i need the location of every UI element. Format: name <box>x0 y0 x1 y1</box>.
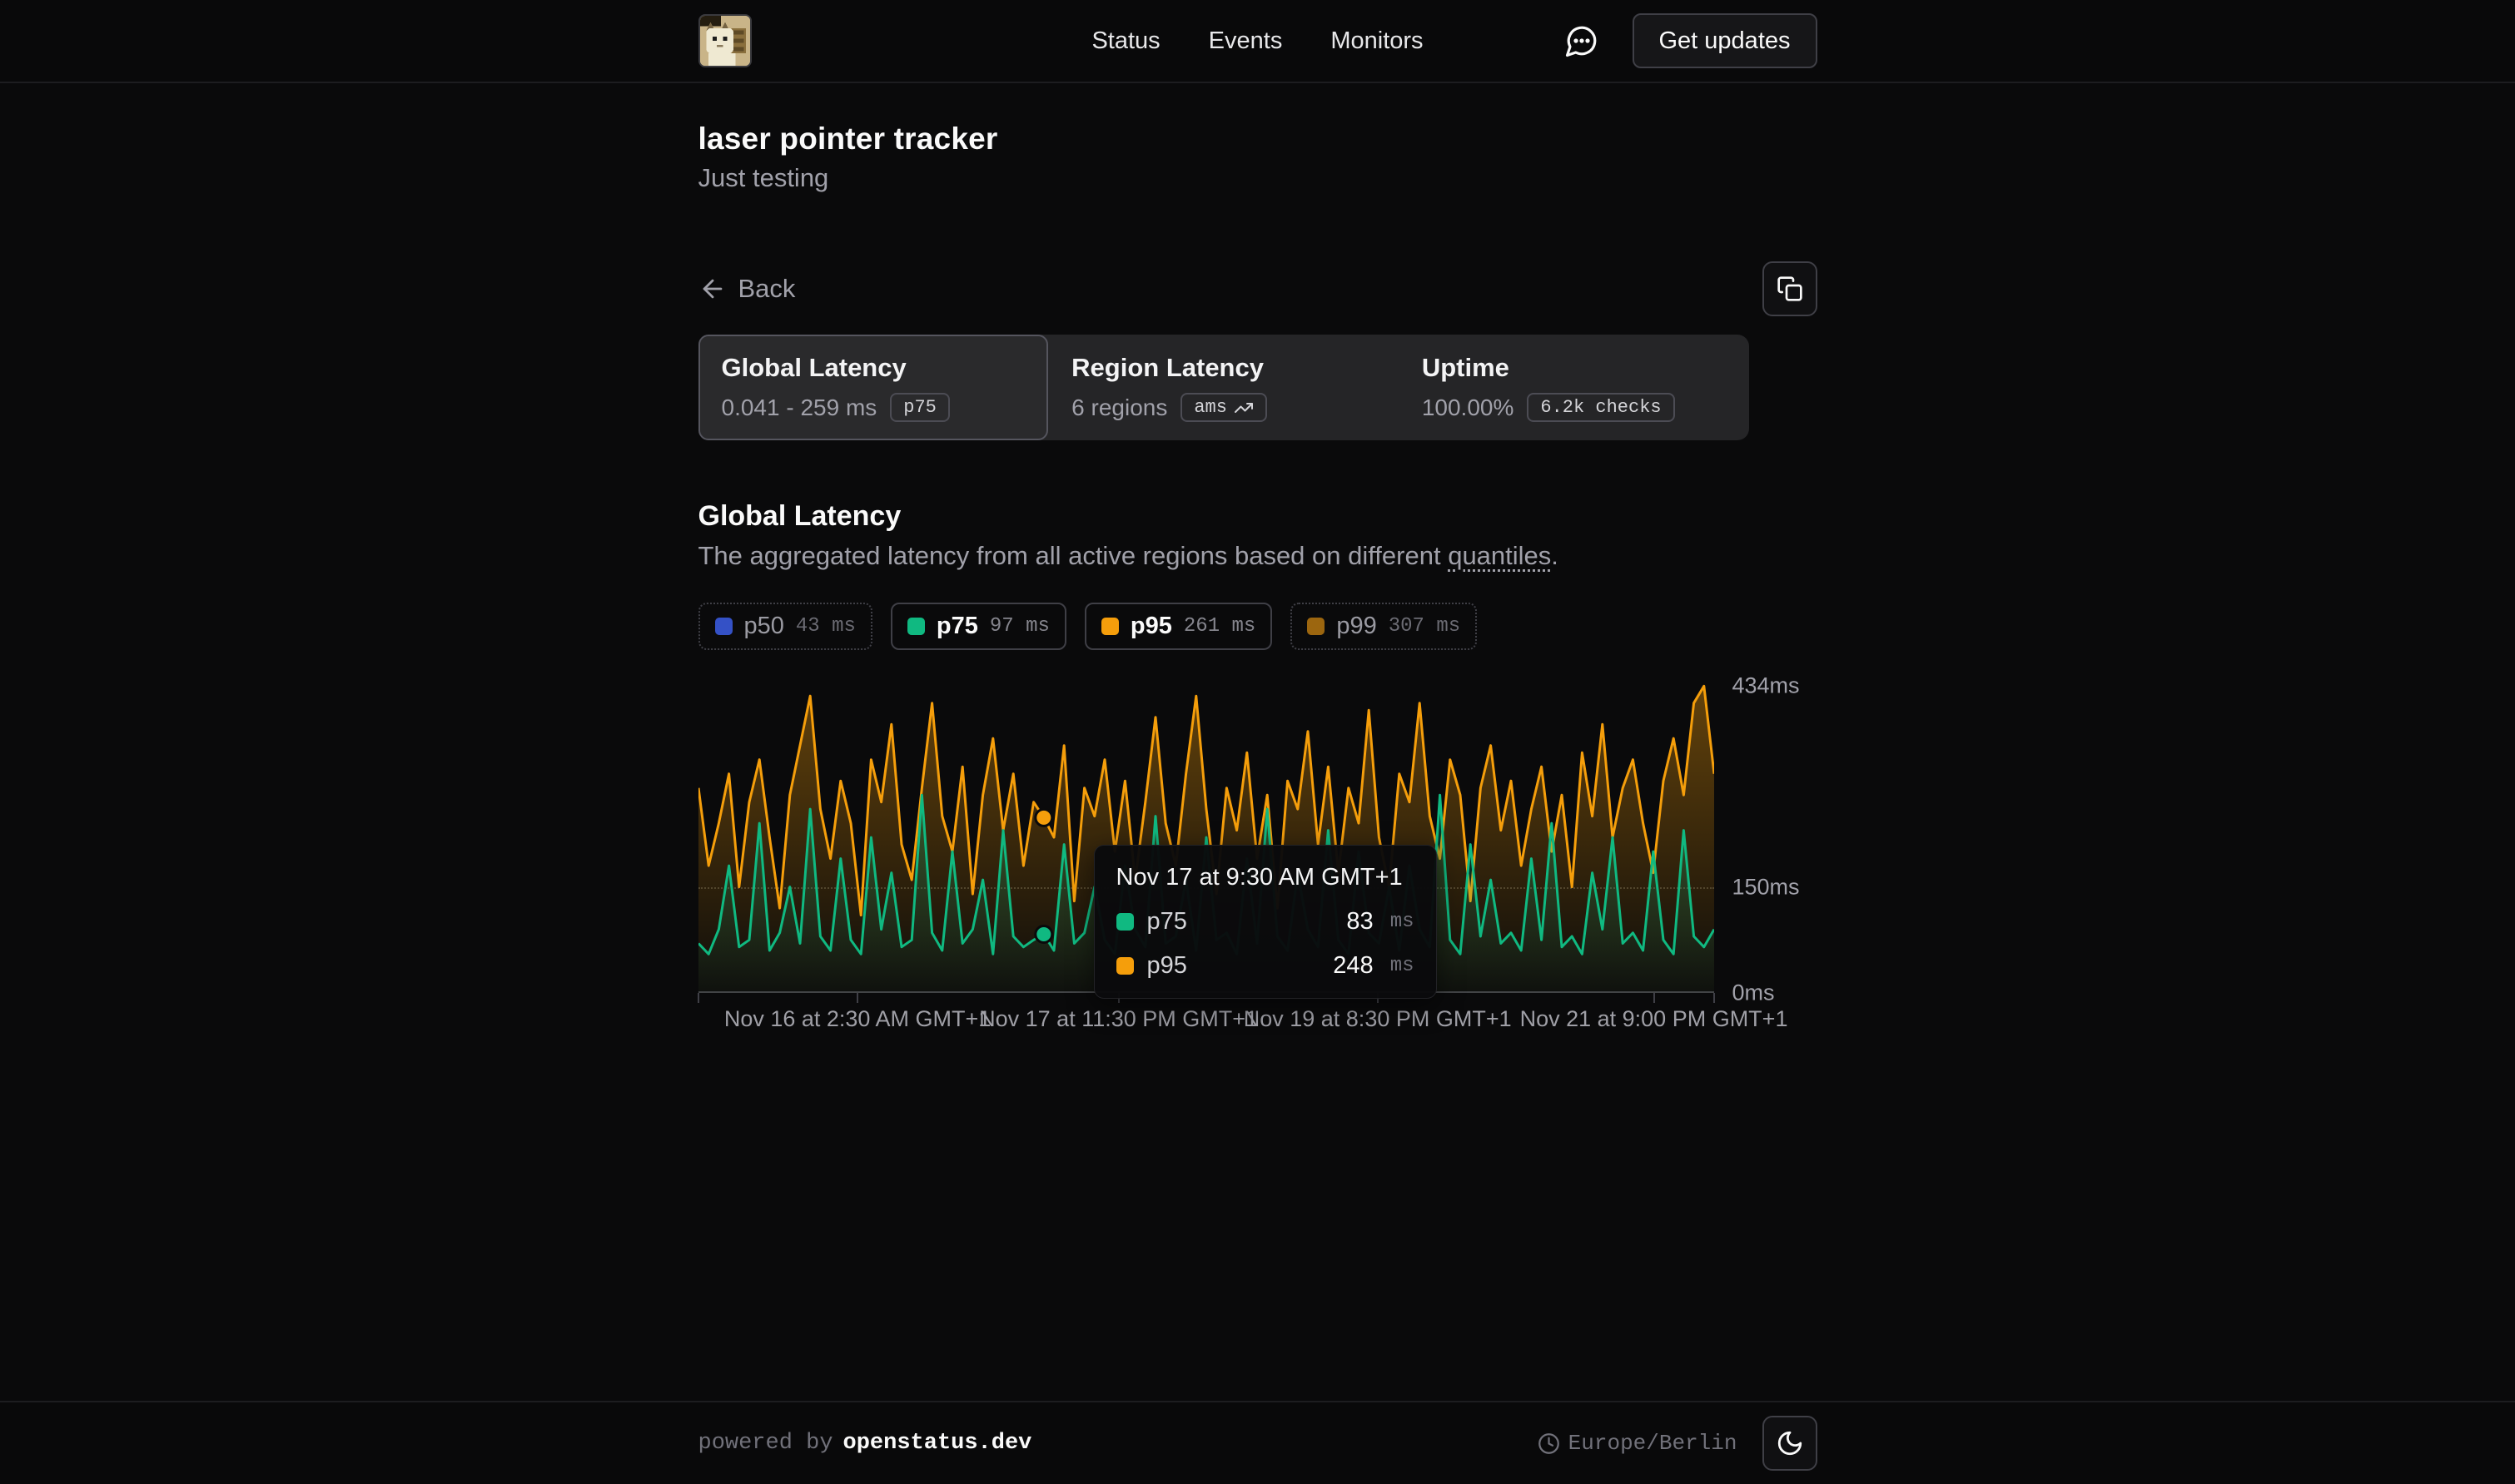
checks-badge: 6.2k checks <box>1527 393 1674 422</box>
tab-value: 100.00% <box>1422 395 1514 421</box>
legend-chip-p50[interactable]: p50 43 ms <box>698 603 872 650</box>
region-badge: ams <box>1180 393 1267 422</box>
y-axis-label: 434ms <box>1732 673 1800 699</box>
hover-dot-p75 <box>1035 926 1051 942</box>
legend-label: p50 <box>744 613 784 640</box>
legend-value: 261 ms <box>1184 615 1255 638</box>
x-axis-tick <box>1653 993 1655 1003</box>
x-axis-tick <box>1118 993 1120 1003</box>
legend-chip-p95[interactable]: p95 261 ms <box>1085 603 1272 650</box>
y-axis-label: 150ms <box>1732 874 1800 900</box>
x-axis-tick <box>1377 993 1379 1003</box>
legend-label: p95 <box>1131 613 1172 640</box>
section-description: The aggregated latency from all active r… <box>698 541 1817 571</box>
global-latency-chart: Nov 17 at 9:30 AM GMT+1 p75 83 ms p95 24… <box>698 678 1817 1043</box>
legend-label: p75 <box>937 613 978 640</box>
openstatus-link[interactable]: openstatus.dev <box>843 1431 1032 1456</box>
legend-value: 43 ms <box>796 615 856 638</box>
x-axis-label: Nov 21 at 9:00 PM GMT+1 <box>1520 1006 1788 1032</box>
cat-pixel-art <box>700 16 750 66</box>
x-axis-label: Nov 16 at 2:30 AM GMT+1 <box>724 1006 991 1032</box>
moon-icon <box>1776 1429 1804 1457</box>
metric-tabs: Global Latency 0.041 - 259 ms p75 Region… <box>698 335 1749 440</box>
nav-link-events[interactable]: Events <box>1209 27 1283 55</box>
y-axis-label: 0ms <box>1732 980 1775 1006</box>
section-title: Global Latency <box>698 500 1817 533</box>
description-period: . <box>1551 541 1558 570</box>
top-nav: Status Events Monitors Get updates <box>0 0 2515 83</box>
x-axis-labels: Nov 16 at 2:30 AM GMT+1Nov 17 at 11:30 P… <box>698 1006 1714 1043</box>
legend-color-swatch <box>907 618 925 635</box>
timezone-display: Europe/Berlin <box>1538 1431 1737 1456</box>
copy-link-button[interactable] <box>1762 261 1817 316</box>
legend-color-swatch <box>715 618 733 635</box>
back-link[interactable]: Back <box>698 274 796 304</box>
y-axis-labels: 434ms150ms0ms <box>1714 678 1817 993</box>
tab-value: 6 regions <box>1071 395 1167 421</box>
legend-value: 97 ms <box>990 615 1050 638</box>
tab-title: Region Latency <box>1071 353 1375 383</box>
p75-badge: p75 <box>890 393 950 422</box>
chart-legend: p50 43 ms p75 97 ms p95 261 ms p <box>698 603 1817 650</box>
tab-value: 0.041 - 259 ms <box>722 395 877 421</box>
x-axis-tick <box>1713 993 1715 1003</box>
copy-icon <box>1777 275 1803 302</box>
clock-icon <box>1538 1432 1560 1455</box>
nav-links: Status Events Monitors <box>1091 27 1423 55</box>
theme-toggle-button[interactable] <box>1762 1416 1817 1471</box>
back-label: Back <box>738 274 796 304</box>
page-subtitle: Just testing <box>698 163 1817 193</box>
timezone-label: Europe/Berlin <box>1568 1431 1737 1456</box>
legend-chip-p75[interactable]: p75 97 ms <box>891 603 1066 650</box>
x-axis-label: Nov 17 at 11:30 PM GMT+1 <box>979 1006 1258 1032</box>
page-title: laser pointer tracker <box>698 122 1817 156</box>
feedback-button[interactable] <box>1564 23 1599 58</box>
page-footer: powered by openstatus.dev Europe/Berlin <box>0 1401 2515 1484</box>
x-axis-label: Nov 19 at 8:30 PM GMT+1 <box>1244 1006 1512 1032</box>
tab-global-latency[interactable]: Global Latency 0.041 - 259 ms p75 <box>698 335 1049 440</box>
hover-dot-p95 <box>1035 809 1051 826</box>
get-updates-button[interactable]: Get updates <box>1633 13 1817 68</box>
x-axis-tick <box>857 993 858 1003</box>
latency-series-svg <box>698 678 1714 993</box>
latency-plot-area[interactable]: Nov 17 at 9:30 AM GMT+1 p75 83 ms p95 24… <box>698 678 1714 993</box>
powered-by-text: powered by <box>698 1431 833 1456</box>
status-page: Status Events Monitors Get updates la <box>0 0 2515 1484</box>
logo-cat-image[interactable] <box>698 14 752 67</box>
nav-link-monitors[interactable]: Monitors <box>1330 27 1423 55</box>
tab-region-latency[interactable]: Region Latency 6 regions ams <box>1048 335 1399 440</box>
powered-by: powered by openstatus.dev <box>698 1431 1032 1456</box>
tab-uptime[interactable]: Uptime 100.00% 6.2k checks <box>1399 335 1749 440</box>
quantiles-link[interactable]: quantiles <box>1448 541 1551 570</box>
nav-link-status[interactable]: Status <box>1091 27 1160 55</box>
x-axis-tick <box>698 993 699 1003</box>
trending-up-icon <box>1234 398 1254 418</box>
legend-color-swatch <box>1101 618 1119 635</box>
legend-label: p99 <box>1336 613 1376 640</box>
legend-value: 307 ms <box>1389 615 1460 638</box>
message-bubble-icon <box>1564 23 1599 58</box>
tab-title: Uptime <box>1422 353 1726 383</box>
legend-chip-p99[interactable]: p99 307 ms <box>1290 603 1477 650</box>
arrow-left-icon <box>698 275 727 303</box>
legend-color-swatch <box>1307 618 1325 635</box>
main-content: laser pointer tracker Just testing Back <box>0 83 2515 1401</box>
description-text: The aggregated latency from all active r… <box>698 541 1449 570</box>
tab-title: Global Latency <box>722 353 1026 383</box>
